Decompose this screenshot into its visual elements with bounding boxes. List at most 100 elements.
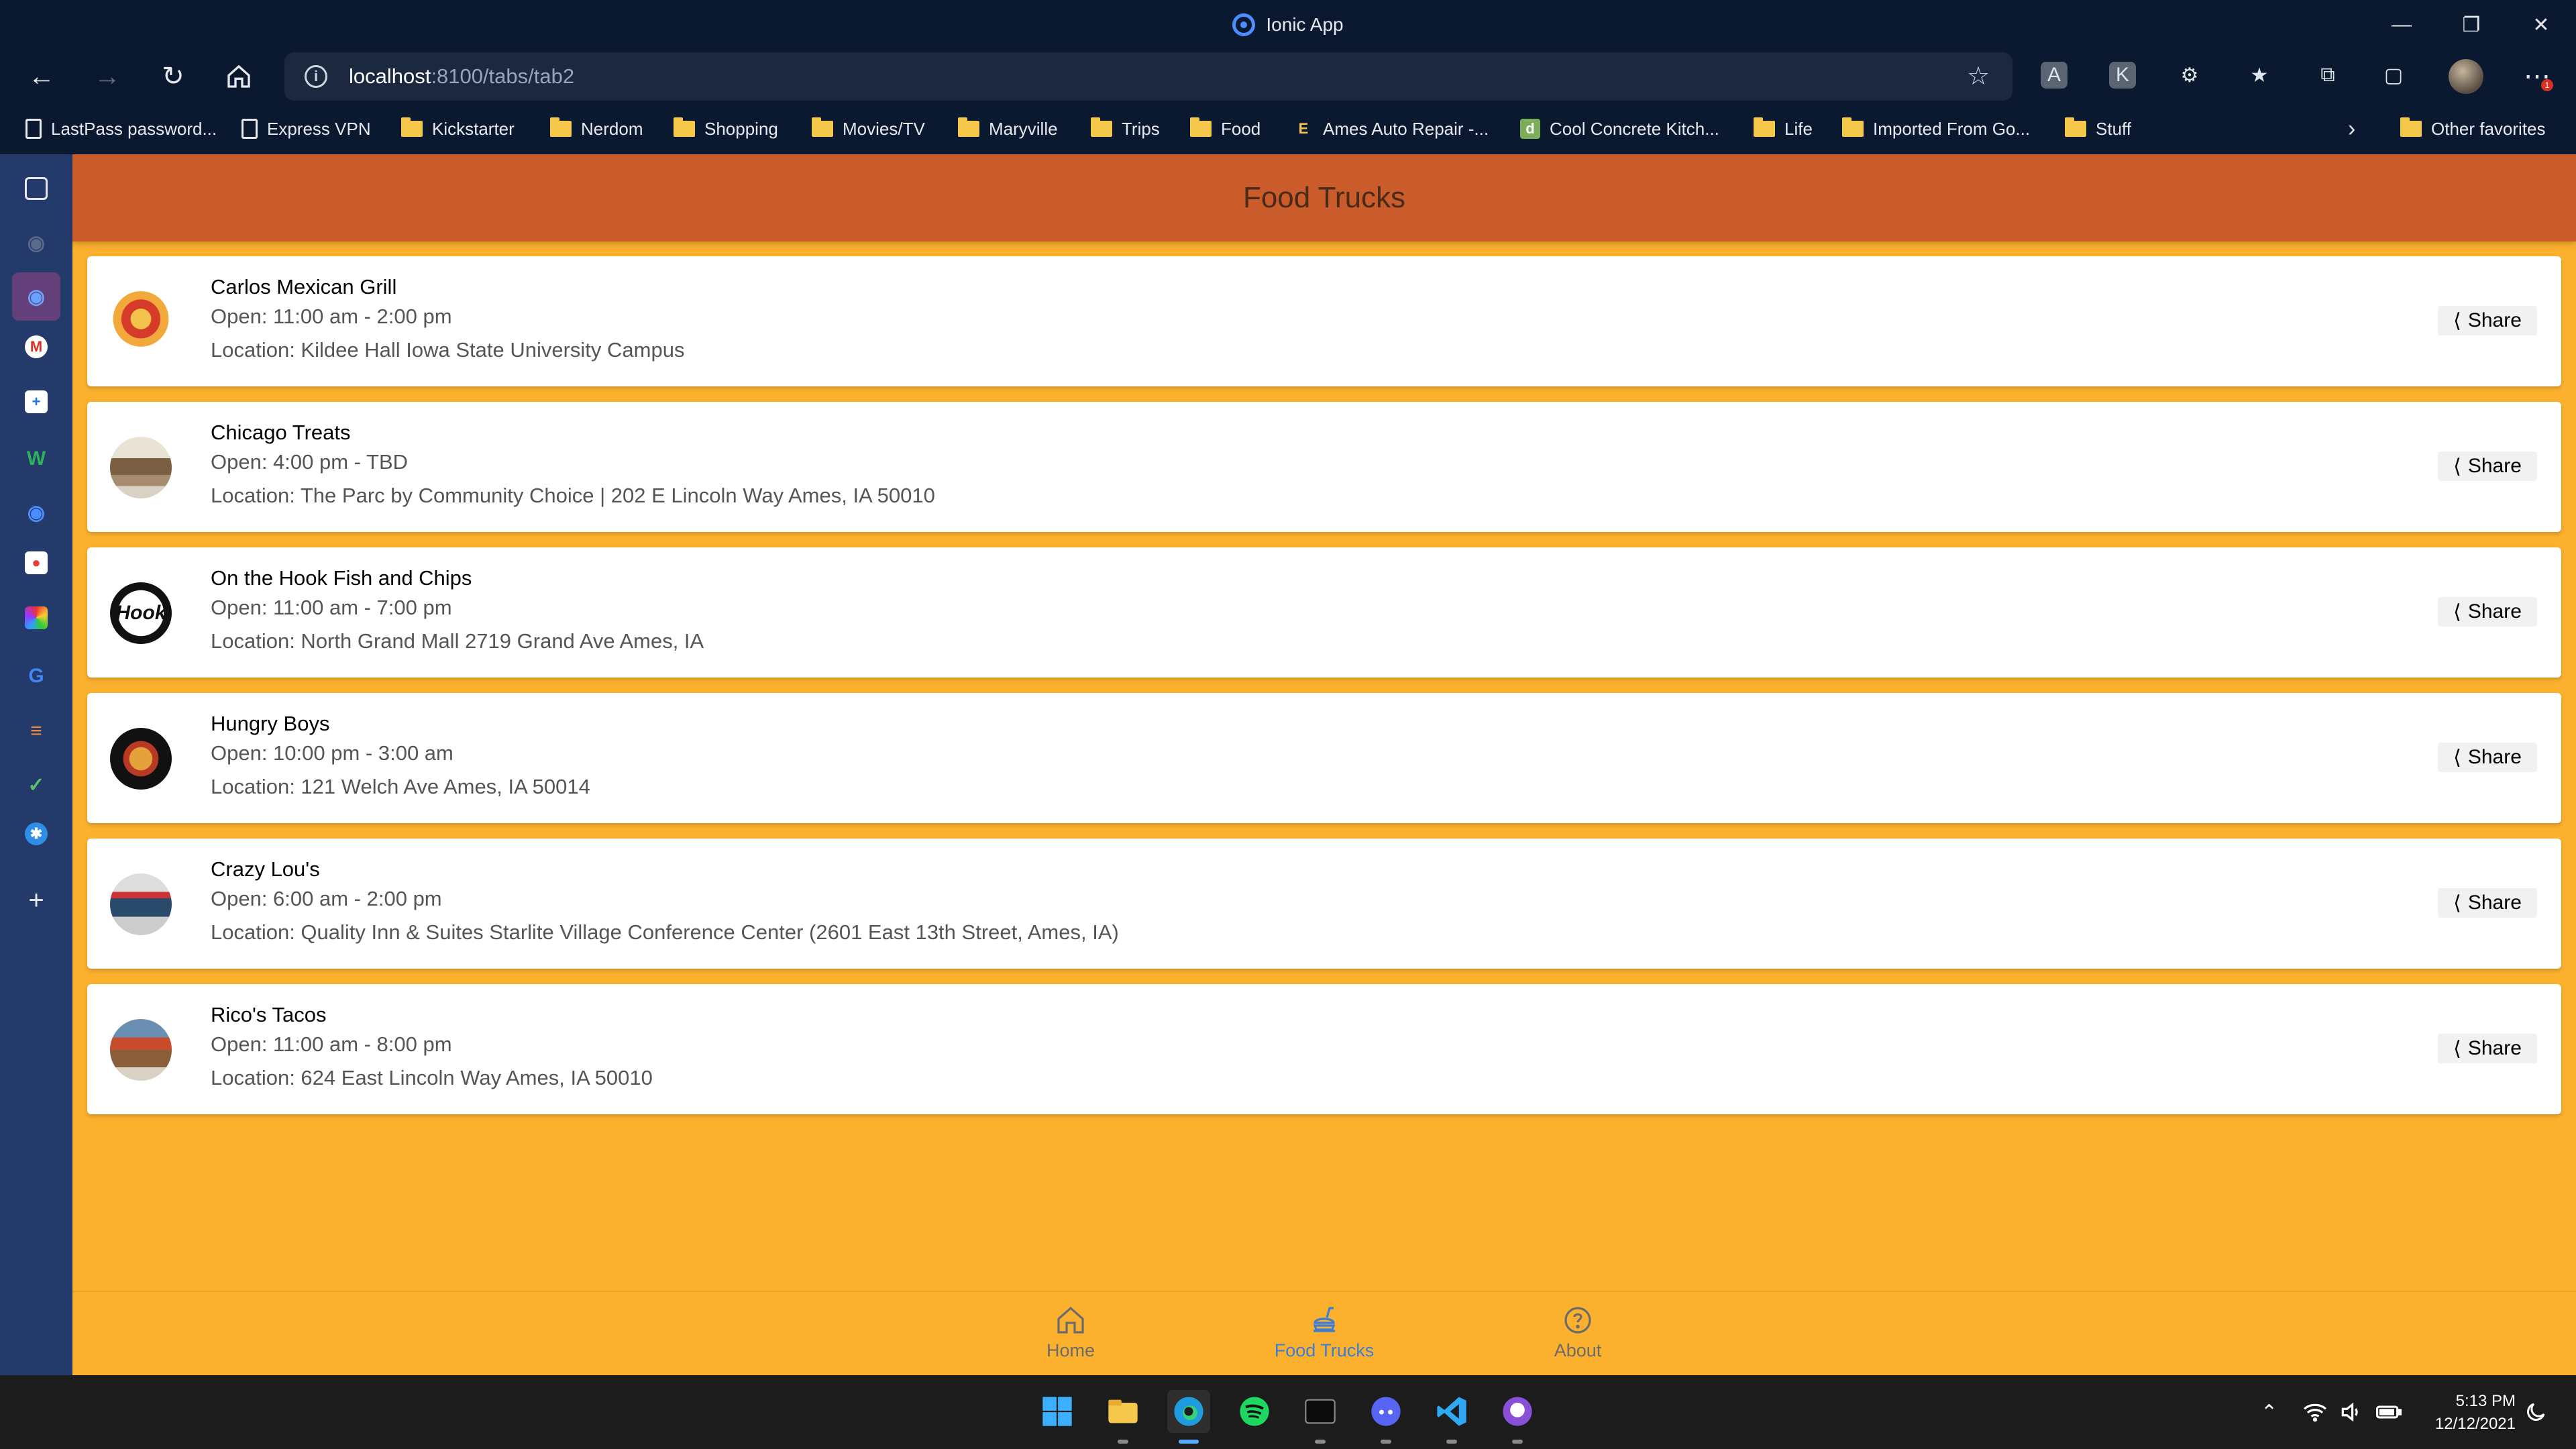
- share-button[interactable]: ⟨ Share: [2438, 888, 2537, 918]
- favorite-kickstarter[interactable]: Kickstarter: [401, 103, 515, 154]
- food-truck-card[interactable]: Chicago Treats Open: 4:00 pm - TBD Locat…: [87, 402, 2561, 532]
- terminal-icon[interactable]: [1299, 1390, 1342, 1444]
- food-truck-card[interactable]: Carlos Mexican Grill Open: 11:00 am - 2:…: [87, 256, 2561, 386]
- screenshot-icon[interactable]: ▢: [2380, 62, 2407, 89]
- back-button[interactable]: ←: [21, 56, 62, 97]
- folder-icon: [2400, 117, 2422, 137]
- ionic-app-icon[interactable]: ◉: [12, 272, 60, 321]
- restore-button[interactable]: ❐: [2436, 0, 2506, 50]
- add-favorite-icon[interactable]: ☆: [1967, 64, 1994, 91]
- food-truck-card[interactable]: Crazy Lou's Open: 6:00 am - 2:00 pm Loca…: [87, 839, 2561, 969]
- extensions-puzzle-icon[interactable]: ⚙: [2176, 62, 2203, 89]
- favorite-nerdom[interactable]: Nerdom: [550, 103, 643, 154]
- settings-more-button[interactable]: ⋯ 1: [2517, 56, 2557, 97]
- food-truck-card[interactable]: Rico's Tacos Open: 11:00 am - 8:00 pm Lo…: [87, 984, 2561, 1114]
- folder-icon: [1091, 117, 1112, 137]
- truck-logo: Hook: [110, 582, 172, 644]
- folder-icon: [1190, 117, 1212, 137]
- stack-overflow-icon[interactable]: ≡: [20, 715, 52, 747]
- extension-k-icon[interactable]: K: [2109, 62, 2136, 89]
- edge-browser-icon[interactable]: [1167, 1390, 1210, 1444]
- favorites-icon[interactable]: ★: [2246, 62, 2273, 89]
- extension-a-icon[interactable]: A: [2041, 62, 2068, 89]
- tab-food-trucks[interactable]: Food Trucks: [1257, 1304, 1391, 1371]
- favorite-cool-concrete[interactable]: d Cool Concrete Kitch...: [1520, 103, 1719, 154]
- truck-location: Location: North Grand Mall 2719 Grand Av…: [211, 629, 704, 653]
- favorite-ames-auto-repair[interactable]: E Ames Auto Repair -...: [1293, 103, 1489, 154]
- favorite-imported[interactable]: Imported From Go...: [1842, 103, 2030, 154]
- forward-button[interactable]: →: [87, 56, 127, 97]
- battery-icon[interactable]: [2375, 1375, 2403, 1449]
- share-button[interactable]: ⟨ Share: [2438, 597, 2537, 627]
- tab-about[interactable]: About: [1511, 1304, 1645, 1371]
- site-info-icon[interactable]: i: [305, 65, 327, 88]
- food-truck-card[interactable]: Hungry Boys Open: 10:00 pm - 3:00 am Loc…: [87, 693, 2561, 823]
- share-icon: ⟨: [2453, 746, 2461, 769]
- browser-toolbar: ← → ↻ i localhost:8100/tabs/tab2 ☆ A K ⚙…: [0, 50, 2576, 103]
- notification-badge: 1: [2541, 79, 2553, 91]
- edit-pen-icon[interactable]: ✓: [20, 769, 52, 801]
- truck-hours: Open: 11:00 am - 2:00 pm: [211, 305, 452, 328]
- favorite-maryville[interactable]: Maryville: [958, 103, 1058, 154]
- clock-time: 5:13 PM: [2455, 1392, 2516, 1410]
- favorite-movies-tv[interactable]: Movies/TV: [812, 103, 925, 154]
- close-button[interactable]: ✕: [2506, 0, 2576, 50]
- favorite-lastpass[interactable]: LastPass password...: [25, 103, 217, 154]
- favorite-food[interactable]: Food: [1190, 103, 1260, 154]
- profile-avatar[interactable]: [2449, 59, 2483, 94]
- ionic-logo-icon: [1232, 13, 1256, 36]
- other-favorites[interactable]: Other favorites: [2400, 103, 2546, 154]
- favorite-stuff[interactable]: Stuff: [2065, 103, 2131, 154]
- github-icon[interactable]: ◉: [20, 227, 52, 259]
- refresh-button[interactable]: ↻: [153, 56, 193, 97]
- add-sidebar-item-icon[interactable]: +: [20, 884, 52, 916]
- address-bar[interactable]: i localhost:8100/tabs/tab2 ☆: [284, 52, 2012, 101]
- page-title: Food Trucks: [1242, 181, 1406, 214]
- spotify-icon[interactable]: [1233, 1390, 1276, 1433]
- volume-icon[interactable]: [2339, 1375, 2364, 1449]
- folder-icon: [550, 117, 572, 137]
- truck-name: Carlos Mexican Grill: [211, 275, 397, 299]
- show-hidden-icons-chevron-icon[interactable]: ⌃: [2261, 1375, 2277, 1449]
- favorite-life[interactable]: Life: [1754, 103, 1813, 154]
- tab-actions-icon[interactable]: [25, 177, 48, 200]
- wordle-icon[interactable]: W: [20, 443, 52, 475]
- truck-name: Hungry Boys: [211, 712, 330, 735]
- share-button[interactable]: ⟨ Share: [2438, 1034, 2537, 1063]
- github-desktop-icon[interactable]: [1496, 1390, 1539, 1444]
- minimize-button[interactable]: —: [2367, 0, 2436, 50]
- share-button[interactable]: ⟨ Share: [2438, 306, 2537, 335]
- notification-center-icon[interactable]: [2524, 1375, 2548, 1449]
- windows-start-icon[interactable]: [1036, 1390, 1079, 1433]
- app-header: Food Trucks: [72, 154, 2576, 241]
- page-icon: [25, 119, 42, 139]
- collections-icon[interactable]: ⧉: [2314, 62, 2341, 89]
- folder-icon: [812, 117, 833, 137]
- share-button[interactable]: ⟨ Share: [2438, 743, 2537, 772]
- favorites-overflow-chevron-icon[interactable]: ›: [2348, 103, 2355, 154]
- share-icon: ⟨: [2453, 600, 2461, 623]
- food-truck-card[interactable]: Hook On the Hook Fish and Chips Open: 11…: [87, 547, 2561, 678]
- settings-gear-icon[interactable]: ✱: [25, 822, 48, 845]
- record-icon[interactable]: ●: [25, 551, 48, 574]
- system-clock[interactable]: 5:13 PM 12/12/2021: [2422, 1390, 2516, 1436]
- wifi-icon[interactable]: [2302, 1375, 2328, 1449]
- home-icon: [1057, 1306, 1084, 1334]
- chrome-icon[interactable]: ◉: [20, 496, 52, 529]
- clock-date: 12/12/2021: [2434, 1415, 2516, 1433]
- home-button[interactable]: [219, 56, 259, 97]
- gmail-icon[interactable]: M: [25, 335, 48, 358]
- tab-home[interactable]: Home: [1004, 1304, 1138, 1371]
- truck-name: On the Hook Fish and Chips: [211, 566, 472, 590]
- favorite-trips[interactable]: Trips: [1091, 103, 1160, 154]
- color-picker-icon[interactable]: [25, 606, 48, 629]
- discord-icon[interactable]: [1364, 1390, 1407, 1444]
- file-explorer-icon[interactable]: [1102, 1390, 1144, 1444]
- vscode-icon[interactable]: [1430, 1390, 1473, 1444]
- favorite-shopping[interactable]: Shopping: [674, 103, 778, 154]
- truck-logo: [110, 728, 172, 790]
- google-icon[interactable]: G: [20, 660, 52, 692]
- share-button[interactable]: ⟨ Share: [2438, 451, 2537, 481]
- favorite-express-vpn[interactable]: Express VPN: [241, 103, 371, 154]
- google-sheets-icon[interactable]: +: [25, 390, 48, 413]
